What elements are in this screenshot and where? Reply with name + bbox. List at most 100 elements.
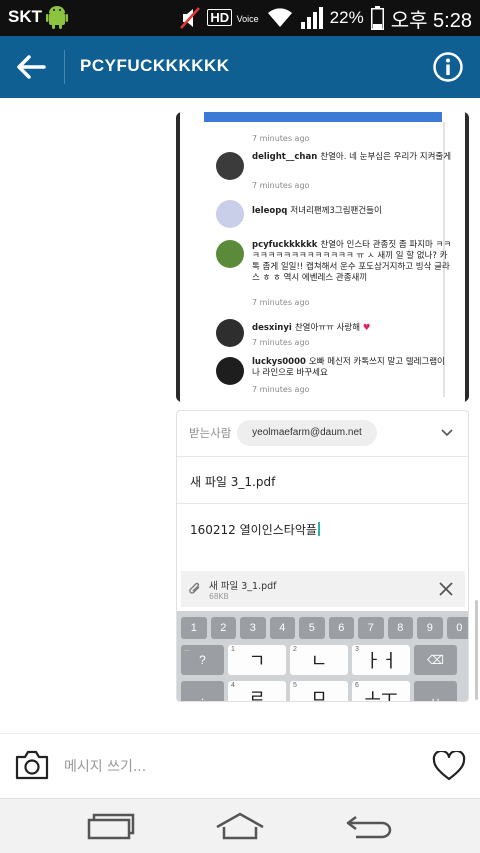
comment-text: leleopq 저녀리팬께3그림팬건들이 — [252, 200, 452, 228]
heart-icon[interactable] — [432, 751, 466, 781]
recipient-chip[interactable]: yeolmaefarm@daum.net — [237, 420, 377, 446]
avatar — [216, 240, 244, 268]
comment-user: luckys0000 — [252, 357, 306, 367]
key-sub-label: 6 — [355, 682, 359, 689]
keyboard-number-row: 1 2 3 4 5 6 7 8 9 0 — [181, 617, 468, 639]
battery-percent: 22% — [329, 8, 364, 27]
avatar — [216, 319, 244, 347]
shared-photo[interactable]: 7 minutes ago delight__chan 찬열아. 네 눈부심은 우… — [176, 112, 469, 402]
comment-row: delight__chan 찬열아. 네 눈부심은 우리가 지켜줄게 — [216, 152, 452, 180]
backspace-key[interactable]: ⌫ — [414, 645, 457, 675]
comment-body: 저녀리팬께3그림팬건들이 — [290, 206, 382, 216]
key-o-u[interactable]: 6 ㅗㅜ — [352, 681, 410, 701]
message-composer: 메시지 쓰기... — [0, 733, 480, 798]
key-9[interactable]: 9 — [417, 617, 443, 639]
avatar — [216, 152, 244, 180]
key-label: ㄴ — [310, 651, 328, 671]
keyboard-row-2: ... ? 1 ㄱ 2 ㄴ 3 ㅏㅓ ⌫ — [181, 645, 457, 675]
key-7[interactable]: 7 — [358, 617, 384, 639]
android-robot-icon — [46, 6, 68, 29]
comment-text: pcyfuckkkkkk 찬열아 인스타 관종짓 좀 파지마 ㅋㅋㅋㅋㅋㅋㅋㅋㅋㅋ… — [252, 240, 452, 284]
key-5[interactable]: 5 — [299, 617, 325, 639]
comment-row: luckys0000 오빠 메신저 카톡쓰지 말고 텔레그램이나 라인으로 바꾸세… — [216, 357, 452, 385]
screenshot-content: 7 minutes ago delight__chan 찬열아. 네 눈부심은 우… — [180, 112, 465, 402]
camera-icon[interactable] — [14, 749, 50, 781]
comment-user: desxinyi — [252, 323, 292, 333]
key-nieun[interactable]: 2 ㄴ — [290, 645, 348, 675]
close-icon[interactable] — [437, 580, 455, 598]
app-bar-divider — [64, 50, 65, 84]
key-8[interactable]: 8 — [387, 617, 413, 639]
key-0[interactable]: 0 — [446, 617, 468, 639]
email-body-text: 160212 열이인스타악플 — [190, 523, 317, 537]
avatar — [216, 357, 244, 385]
comment-row: leleopq 저녀리팬께3그림팬건들이 — [216, 200, 452, 228]
screenshot-top-bar — [204, 112, 442, 122]
avatar — [216, 200, 244, 228]
email-share-card: 받는사람 yeolmaefarm@daum.net 새 파일 3_1.pdf 1… — [176, 410, 469, 702]
space-key[interactable]: ␣ — [414, 681, 457, 701]
key-4[interactable]: 4 — [269, 617, 295, 639]
chevron-down-icon[interactable] — [440, 426, 454, 440]
recipient-label: 받는사람 — [189, 426, 232, 440]
symbol-key[interactable]: ... ? — [181, 645, 224, 675]
key-mieum[interactable]: 5 ㅁ — [290, 681, 348, 702]
backspace-icon: ⌫ — [427, 653, 444, 667]
hd-voice-icon: HD Voice — [207, 9, 259, 26]
key-6[interactable]: 6 — [328, 617, 354, 639]
key-2[interactable]: 2 — [210, 617, 236, 639]
key-a-eo[interactable]: 3 ㅏㅓ — [352, 645, 410, 675]
message-input[interactable]: 메시지 쓰기... — [64, 756, 146, 776]
system-nav-bar — [0, 798, 480, 853]
comment-text: luckys0000 오빠 메신저 카톡쓰지 말고 텔레그램이나 라인으로 바꾸세… — [252, 357, 452, 385]
back-arrow-icon[interactable] — [14, 50, 50, 84]
keyboard-row-3: . 4 ㄹ 5 ㅁ 6 ㅗㅜ ␣ — [181, 681, 457, 702]
home-icon[interactable] — [215, 811, 265, 841]
subject-text: 새 파일 3_1.pdf — [190, 475, 276, 489]
attachment-chip[interactable]: 새 파일 3_1.pdf 68KB — [181, 571, 465, 607]
mute-icon — [180, 7, 201, 29]
key-3[interactable]: 3 — [240, 617, 266, 639]
key-giyeok[interactable]: 1 ㄱ — [228, 645, 286, 675]
comment-time: 7 minutes ago — [252, 181, 310, 190]
wifi-icon — [267, 8, 292, 27]
voice-label: Voice — [236, 14, 259, 24]
key-sub-label: 1 — [231, 646, 235, 653]
comment-user: delight__chan — [252, 152, 318, 162]
back-nav-icon[interactable] — [344, 811, 394, 841]
status-bar: SKT HD Voice 22% 오후 5:28 — [0, 0, 480, 36]
key-label: ㅁ — [310, 687, 328, 702]
key-label: ㅏㅓ — [364, 651, 398, 671]
conversation-title: PCYFUCKKKKKK — [80, 56, 230, 75]
key-rieul[interactable]: 4 ㄹ — [228, 681, 286, 701]
clock: 오후 5:28 — [390, 9, 472, 32]
comment-time: 7 minutes ago — [252, 338, 310, 347]
key-label: ㄱ — [248, 651, 266, 671]
period-key[interactable]: . — [181, 681, 224, 701]
email-body-field[interactable]: 160212 열이인스타악플 — [190, 521, 320, 538]
key-sub-label: ... — [184, 646, 190, 653]
key-sub-label: 4 — [231, 682, 235, 689]
battery-icon — [370, 6, 384, 30]
recipient-row: 받는사람 yeolmaefarm@daum.net — [177, 411, 468, 457]
comment-body: 찬열아ㅠㅠ 사랑해 — [294, 323, 361, 333]
key-sub-label: 5 — [293, 682, 297, 689]
app-bar: PCYFUCKKKKKK — [0, 36, 480, 98]
key-1[interactable]: 1 — [181, 617, 207, 639]
paperclip-icon — [189, 582, 200, 594]
comment-text: delight__chan 찬열아. 네 눈부심은 우리가 지켜줄게 — [252, 152, 452, 180]
info-icon[interactable] — [432, 51, 464, 83]
carrier-label: SKT — [8, 7, 42, 26]
comment-time: 7 minutes ago — [252, 298, 310, 307]
heart-emoji-icon: ♥ — [362, 323, 371, 333]
comment-user: pcyfuckkkkkk — [252, 240, 318, 250]
scrollbar[interactable] — [475, 600, 478, 700]
comment-time: 7 minutes ago — [252, 134, 310, 143]
comment-row: pcyfuckkkkkk 찬열아 인스타 관종짓 좀 파지마 ㅋㅋㅋㅋㅋㅋㅋㅋㅋㅋ… — [216, 240, 452, 284]
comment-user: leleopq — [252, 206, 288, 216]
key-sub-label: 2 — [293, 646, 297, 653]
subject-field[interactable]: 새 파일 3_1.pdf — [177, 457, 468, 504]
recent-apps-icon[interactable] — [86, 811, 136, 841]
keyboard: 1 2 3 4 5 6 7 8 9 0 ... ? 1 ㄱ 2 ㄴ 3 ㅏㅓ ⌫… — [177, 611, 468, 702]
comment-time: 7 minutes ago — [252, 385, 310, 394]
